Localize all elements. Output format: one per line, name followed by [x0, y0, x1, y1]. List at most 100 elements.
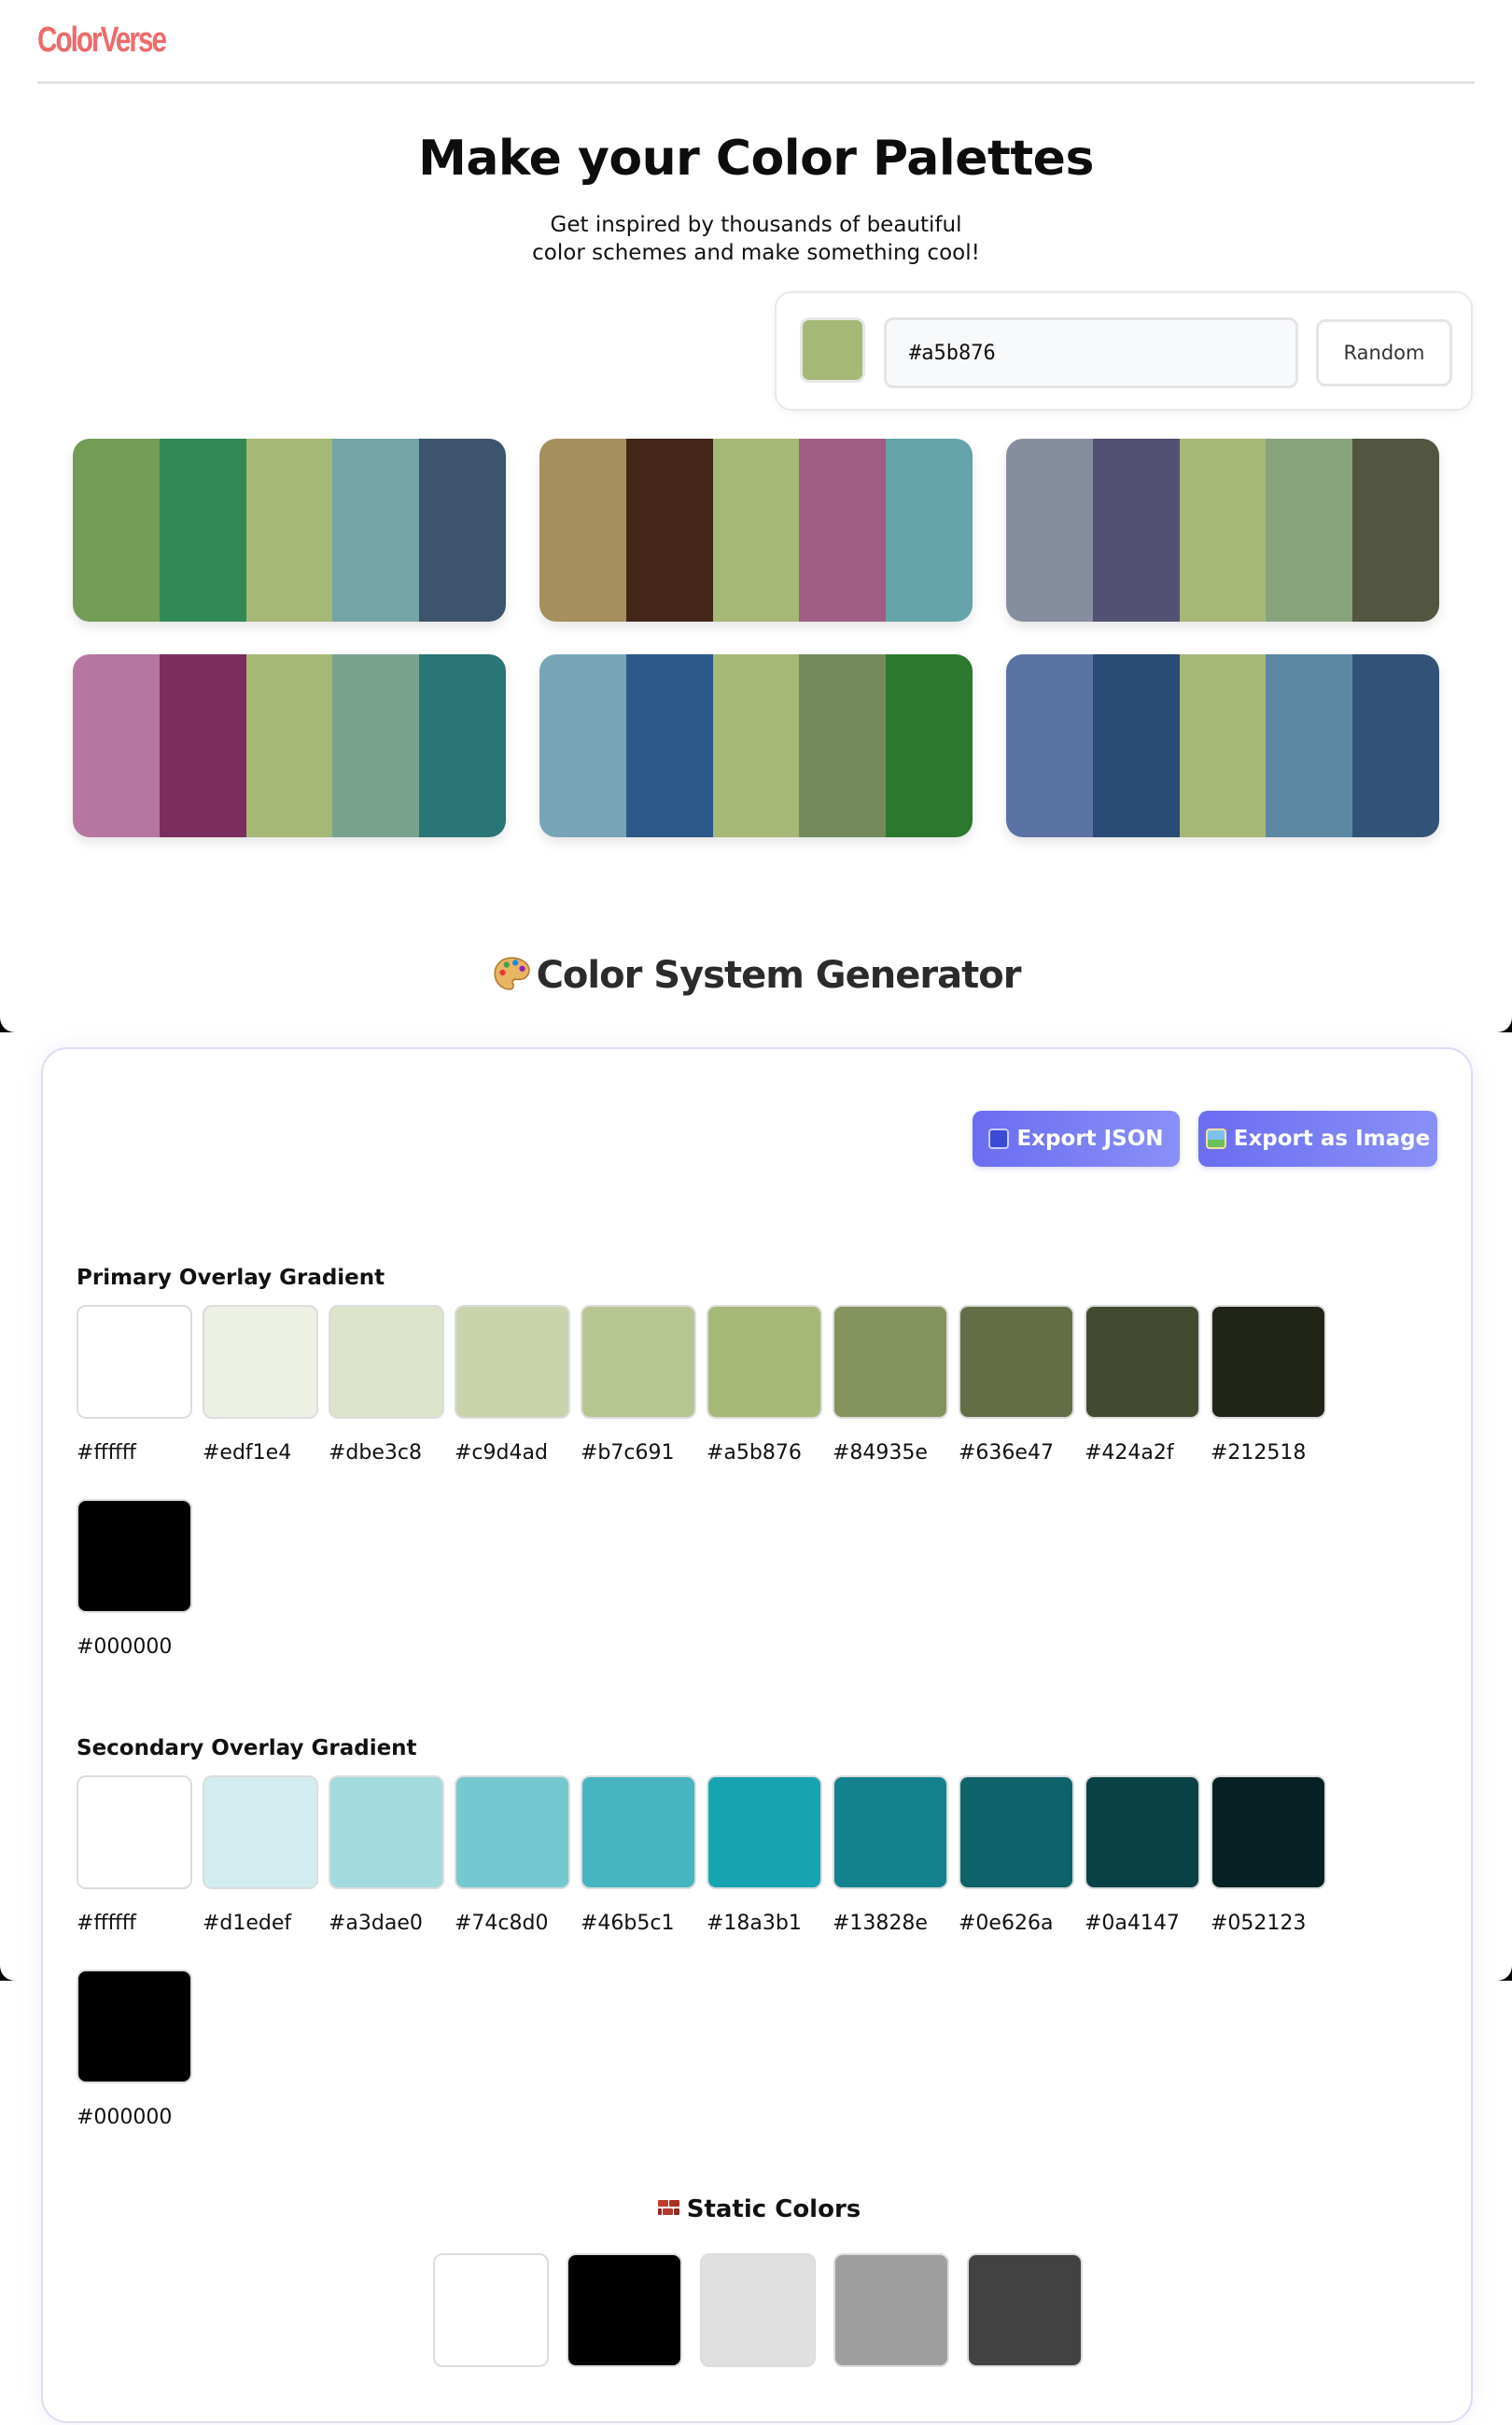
palette-card[interactable] [539, 654, 973, 837]
gradient-swatch[interactable] [203, 1305, 318, 1419]
gradient-hex-label: #a5b876 [707, 1441, 802, 1465]
palette-color[interactable] [1266, 654, 1353, 837]
palette-color[interactable] [73, 654, 160, 837]
palette-color[interactable] [539, 654, 626, 837]
palette-card[interactable] [73, 654, 506, 837]
page-subtitle: Get inspired by thousands of beautiful c… [523, 211, 989, 267]
palette-color[interactable] [539, 439, 626, 622]
palette-color[interactable] [73, 439, 160, 622]
palette-color[interactable] [1092, 654, 1180, 837]
static-color-swatch[interactable] [567, 2253, 682, 2367]
gradient-swatch[interactable] [455, 1775, 570, 1889]
gradient-swatch[interactable] [833, 1775, 948, 1889]
gradient-hex-label: #0a4147 [1085, 1912, 1180, 1935]
palette-color[interactable] [886, 439, 973, 622]
gradient-hex-label: #424a2f [1085, 1441, 1174, 1465]
static-color-swatch[interactable] [967, 2253, 1083, 2367]
gradient-hex-label: #000000 [77, 2106, 173, 2129]
export-image-button[interactable]: Export as Image [1198, 1111, 1437, 1167]
static-color-swatch[interactable] [433, 2253, 549, 2367]
gradient-swatch[interactable] [77, 1499, 192, 1613]
brand-logo[interactable]: ColorVerse [37, 21, 167, 61]
corner-notch [1482, 1951, 1512, 1981]
gradient-swatch[interactable] [1211, 1775, 1326, 1889]
palette-color[interactable] [159, 439, 246, 622]
palette-color[interactable] [1352, 439, 1439, 622]
gradient-hex-label: #052123 [1211, 1912, 1307, 1935]
gradient-hex-label: #74c8d0 [455, 1912, 549, 1935]
palette-color[interactable] [1266, 439, 1353, 622]
hex-color-input[interactable]: #a5b876 [884, 317, 1298, 388]
generator-title: Color System Generator [0, 954, 1512, 997]
palette-color[interactable] [332, 654, 420, 837]
gradient-hex-label: #dbe3c8 [329, 1441, 422, 1465]
gradient-swatch[interactable] [77, 1305, 192, 1419]
gradient-hex-label: #ffffff [77, 1441, 136, 1465]
gradient-hex-label: #000000 [77, 1635, 173, 1659]
export-json-button[interactable]: Export JSON [973, 1111, 1180, 1167]
palette-color[interactable] [1179, 439, 1267, 622]
gradient-swatch[interactable] [329, 1775, 444, 1889]
gradient-swatch[interactable] [707, 1775, 822, 1889]
palette-color[interactable] [159, 654, 246, 837]
gradient-hex-label: #0e626a [959, 1912, 1054, 1935]
palette-color[interactable] [625, 439, 713, 622]
palette-color[interactable] [419, 439, 506, 622]
palette-color[interactable] [625, 654, 713, 837]
palette-color[interactable] [1092, 439, 1180, 622]
gradient-hex-label: #84935e [833, 1441, 928, 1465]
framed-picture-icon [1205, 1128, 1226, 1149]
gradient-hex-label: #212518 [1211, 1441, 1307, 1465]
gradient-hex-label: #46b5c1 [581, 1912, 675, 1935]
palette-color[interactable] [419, 654, 506, 837]
artist-palette-icon [493, 957, 530, 990]
palette-color[interactable] [886, 654, 973, 837]
gradient-swatch[interactable] [833, 1305, 948, 1419]
gradient-swatch[interactable] [1085, 1305, 1200, 1419]
palette-color[interactable] [712, 439, 800, 622]
palette-color[interactable] [799, 439, 887, 622]
static-color-swatch[interactable] [700, 2253, 816, 2367]
gradient-hex-label: #13828e [833, 1912, 928, 1935]
palette-color[interactable] [1006, 654, 1093, 837]
palette-color[interactable] [1006, 439, 1093, 622]
subtitle-line: Get inspired by thousands of beautiful [550, 213, 962, 237]
gradient-hex-label: #636e47 [959, 1441, 1054, 1465]
export-json-label: Export JSON [1016, 1127, 1164, 1151]
gradient-swatch[interactable] [1211, 1305, 1326, 1419]
palette-color[interactable] [245, 654, 333, 837]
gradient-swatch[interactable] [329, 1305, 444, 1419]
gradient-swatch[interactable] [1085, 1775, 1200, 1889]
palette-color[interactable] [245, 439, 333, 622]
palette-card[interactable] [539, 439, 973, 622]
gradient-hex-label: #edf1e4 [203, 1441, 292, 1465]
gradient-swatch[interactable] [203, 1775, 318, 1889]
static-color-swatch[interactable] [833, 2253, 949, 2367]
palette-card[interactable] [1006, 439, 1439, 622]
gradient-swatch[interactable] [707, 1305, 822, 1419]
color-swatch-button[interactable] [800, 317, 865, 383]
gradient-swatch[interactable] [77, 1969, 192, 2083]
corner-notch [1482, 1002, 1512, 1032]
color-system-generator: Export JSON Export as Image Primary Over… [41, 1047, 1473, 2423]
gradient-swatch[interactable] [455, 1305, 570, 1419]
subtitle-line: color schemes and make something cool! [532, 241, 980, 265]
gradient-swatch[interactable] [581, 1775, 696, 1889]
gradient-hex-label: #a3dae0 [329, 1912, 423, 1935]
bricks-icon [657, 2200, 679, 2215]
palette-card[interactable] [73, 439, 506, 622]
palette-color[interactable] [712, 654, 800, 837]
gradient-swatch[interactable] [77, 1775, 192, 1889]
gradient-swatch[interactable] [959, 1775, 1074, 1889]
palette-card[interactable] [1006, 654, 1439, 837]
gradient-swatch[interactable] [959, 1305, 1074, 1419]
palette-color[interactable] [332, 439, 420, 622]
secondary-gradient-title: Secondary Overlay Gradient [77, 1736, 417, 1760]
palette-color[interactable] [1352, 654, 1439, 837]
gradient-swatch[interactable] [581, 1305, 696, 1419]
palette-color[interactable] [1179, 654, 1267, 837]
primary-gradient-title: Primary Overlay Gradient [77, 1266, 385, 1290]
random-button[interactable]: Random [1316, 319, 1452, 386]
page: ColorVerse Make your Color Palettes Get … [0, 0, 1512, 2425]
palette-color[interactable] [799, 654, 887, 837]
